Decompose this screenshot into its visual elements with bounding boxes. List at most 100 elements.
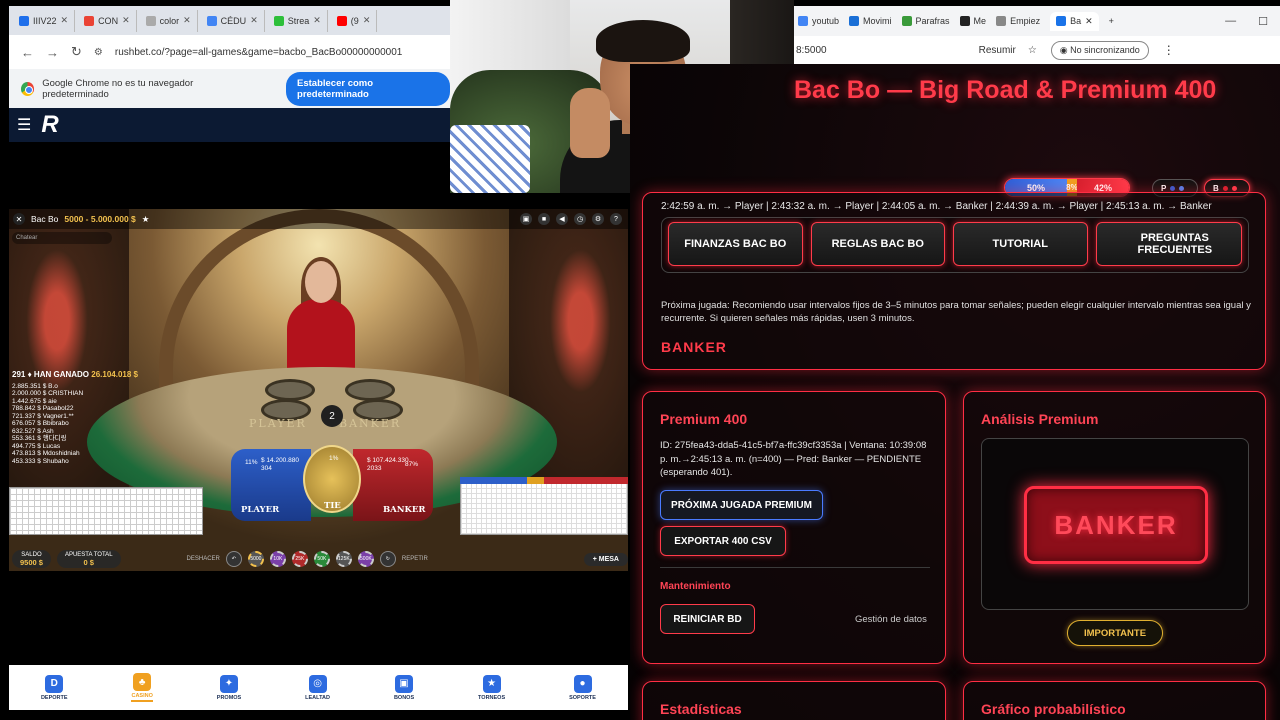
close-tab-icon[interactable]: ✕ [250,15,258,26]
tie-bet-spot[interactable]: 1% TIE [303,445,361,513]
player-bet-spot[interactable]: 11% $ 14.200.880 304 PLAYER [231,449,311,521]
forward-icon[interactable]: → [46,45,59,60]
winner-row: 453.333 $ Shubaho [12,457,69,465]
winner-row: 788.842 $ Pasabol22 [12,405,74,412]
browser-tab[interactable]: CÉDU ✕ [201,9,265,32]
minimize-icon[interactable]: — [1225,15,1236,28]
close-game-icon[interactable]: ✕ [13,213,25,225]
history-icon[interactable]: ◷ [574,213,586,225]
settings-icon[interactable]: ⚙ [592,213,604,225]
browser-tab[interactable]: Movimi [849,16,892,26]
browser-tab-active[interactable]: Ba ✕ [1050,11,1099,31]
new-tab-icon[interactable]: + [1109,16,1114,26]
finances-button[interactable]: FINANZAS BAC BO [668,222,803,266]
winner-row: 553.361 $ 행다디링 [12,435,67,442]
important-button[interactable]: IMPORTANTE [1067,620,1163,646]
browser-tab[interactable]: Strea ✕ [268,9,328,32]
balance-value: 9500 $ [20,558,43,567]
winner-row: 721.337 $ Vagner1.** [12,412,74,420]
tie-bet-label: TIE [324,501,341,511]
star-icon[interactable]: ☆ [1028,45,1037,56]
back-icon[interactable]: ← [21,45,34,60]
promos-icon: ✦ [220,674,238,693]
faq-button[interactable]: PREGUNTAS FRECUENTES [1095,222,1242,266]
undo-label: DESHACER [186,556,220,562]
winners-label: HAN GANADO [33,370,90,379]
close-tab-icon[interactable]: ✕ [122,15,130,26]
tutorial-button[interactable]: TUTORIAL [953,222,1088,266]
reset-db-button[interactable]: REINICIAR BD [660,604,755,634]
nav-deporte[interactable]: D DEPORTE [41,674,68,701]
tab-label: Movimi [863,16,892,26]
analysis-result-box: BANKER [981,438,1249,610]
support-icon: ● [573,674,592,693]
loyalty-icon: ◎ [308,674,327,693]
menu-icon[interactable]: ☰ [17,115,31,135]
chip[interactable]: 500K [357,551,374,567]
page-title: Bac Bo — Big Road & Premium 400 [794,76,1217,104]
nav-bonos[interactable]: ▣ BONOS [394,674,414,701]
maximize-icon[interactable]: ☐ [1258,15,1268,28]
rules-button[interactable]: REGLAS BAC BO [810,222,945,266]
chip[interactable]: 125K [335,551,352,567]
rushbet-logo-icon[interactable]: R [41,111,58,139]
browser-tab[interactable]: Empiez [996,16,1040,26]
close-tab-icon[interactable]: ✕ [1085,16,1093,27]
more-menu-icon[interactable]: ⋮ [1163,43,1175,57]
export-csv-button[interactable]: EXPORTAR 400 CSV [660,526,786,556]
browser-tab[interactable]: color ✕ [140,9,198,32]
help-icon[interactable]: ? [610,213,622,225]
bottom-navigation: D DEPORTE ♣ CASINO ✦ PROMOS ◎ LEALTAD ▣ BONOS… [9,665,628,710]
right-address-row: 8:5000 Resumir ☆ ◉ No sincronizando ⋮ [794,36,1280,64]
favorite-icon[interactable]: ★ [142,214,150,225]
kick-icon [273,15,284,26]
close-tab-icon[interactable]: ✕ [183,15,191,26]
chip[interactable]: 50K [313,551,330,567]
close-tab-icon[interactable]: ✕ [363,15,371,26]
repeat-icon[interactable]: ↻ [379,551,396,567]
address-bar[interactable]: 8:5000 [796,45,827,56]
browser-tab[interactable]: CON ✕ [78,9,137,32]
video-icon[interactable]: ■ [538,213,550,225]
banker-bet-spot[interactable]: $ 107.424.330 2033 87% BANKER [353,449,433,521]
table-player-label: PLAYER [249,417,307,430]
sound-icon[interactable]: ◀ [556,213,568,225]
winner-row: 632.527 $ Ash [12,427,54,435]
close-tab-icon[interactable]: ✕ [313,15,321,26]
address-bar[interactable]: rushbet.co/?page=all-games&game=bacbo_Ba… [115,47,402,58]
chip[interactable]: 5000 [247,551,264,567]
nav-torneos[interactable]: ★ TORNEOS [478,674,505,701]
browser-tab[interactable]: youtub [798,16,839,26]
add-table-button[interactable]: + MESA [583,552,628,566]
road-stats-bar [460,477,628,484]
chat-input[interactable]: Chatear [12,232,112,244]
table-banker-label: BANKER [339,417,402,430]
premium-title: Premium 400 [660,411,748,427]
undo-icon[interactable]: ↶ [225,551,242,567]
browser-tab[interactable]: (9 ✕ [331,9,378,32]
google-icon [798,16,808,26]
tab-label: CON [98,15,119,26]
chip[interactable]: 25K [291,551,308,567]
chat-icon[interactable]: ▣ [520,213,532,225]
summarize-button[interactable]: Resumir [979,45,1016,56]
round-counter: 2 [321,405,343,427]
sync-status-button[interactable]: ◉ No sincronizando [1050,40,1149,60]
site-info-icon[interactable]: ⚙ [94,47,103,58]
chip[interactable]: 10K [269,551,286,567]
close-tab-icon[interactable]: ✕ [61,15,69,26]
game-top-bar: ✕ Bac Bo 5000 - 5.000.000 $ ★ ▣ ■ ◀ ◷ ⚙ … [9,209,628,229]
nav-lealtad[interactable]: ◎ LEALTAD [305,674,330,701]
info-button-row: FINANZAS BAC BO REGLAS BAC BO TUTORIAL P… [661,217,1249,273]
browser-tab[interactable]: IIIV22 ✕ [13,9,76,32]
nav-soporte[interactable]: ● SOPORTE [569,674,596,701]
reload-icon[interactable]: ↻ [71,44,82,60]
next-premium-button[interactable]: PRÓXIMA JUGADA PREMIUM [660,490,823,520]
browser-tab[interactable]: Me [959,16,986,26]
set-default-button[interactable]: Establecer como predeterminado [286,71,450,106]
browser-tab[interactable]: Parafras [901,16,950,26]
nav-casino[interactable]: ♣ CASINO [131,673,153,702]
tab-favicon-icon [206,15,217,26]
infobar-text: Google Chrome no es tu navegador predete… [42,77,194,100]
nav-promos[interactable]: ✦ PROMOS [217,674,241,701]
